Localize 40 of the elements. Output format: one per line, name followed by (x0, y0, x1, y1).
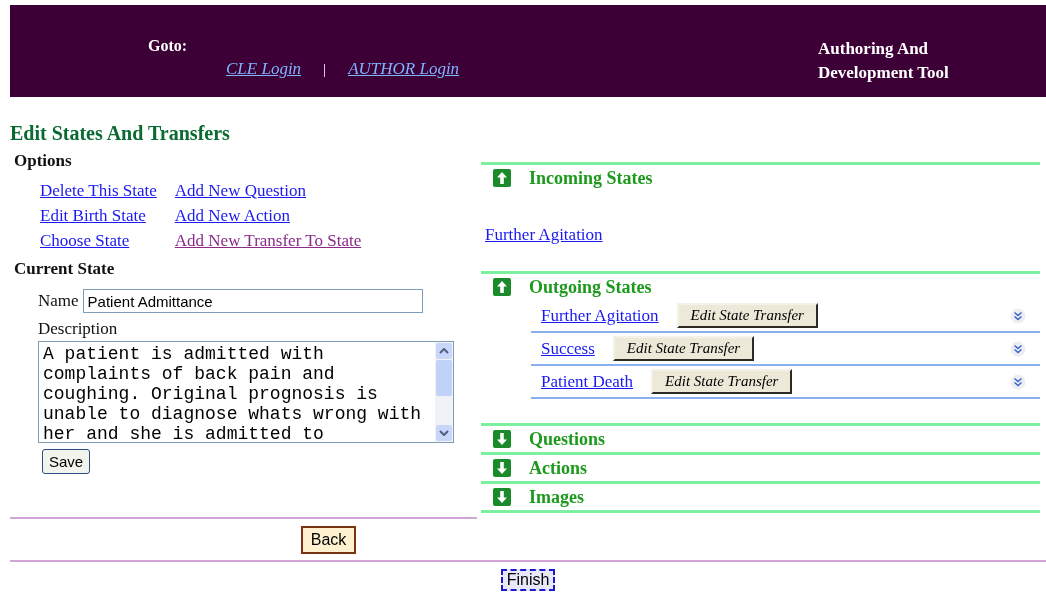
save-button[interactable]: Save (42, 449, 91, 474)
edit-transfer-button[interactable]: Edit State Transfer (676, 303, 818, 328)
expand-chevron-icon[interactable] (1010, 373, 1026, 390)
goto-label: Goto: (148, 37, 189, 55)
description-field[interactable]: A patient is admitted with complaints of back pain and coughing. Original prognosis is unable to diagnose whats wrong with her and she is admitted to (38, 341, 454, 443)
state-link[interactable]: Further Agitation (485, 225, 603, 244)
page-title: Edit States And Transfers (10, 122, 231, 145)
section-title: Outgoing States (529, 276, 652, 298)
state-link[interactable]: Further Agitation (541, 305, 659, 326)
name-field[interactable]: Patient Admittance (82, 289, 423, 313)
link-separator: | (323, 61, 327, 78)
edit-transfer-button[interactable]: Edit State Transfer (651, 369, 793, 394)
login-link[interactable]: AUTHOR Login (348, 59, 460, 79)
scrollbar[interactable] (435, 342, 453, 442)
section-title: Questions (529, 428, 606, 450)
back-button[interactable]: Back (300, 526, 357, 554)
name-label: Name (38, 291, 79, 311)
edit-transfer-button[interactable]: Edit State Transfer (612, 336, 755, 361)
login-link[interactable]: CLE Login (226, 59, 302, 79)
option-link[interactable]: Edit Birth State (40, 206, 157, 226)
option-link[interactable]: Add New Transfer To State (174, 231, 362, 251)
state-link[interactable]: Patient Death (541, 371, 634, 392)
option-link[interactable]: Add New Question (174, 181, 362, 201)
scroll-thumb[interactable] (436, 360, 452, 396)
scroll-up-icon (439, 348, 449, 354)
expand-chevron-icon[interactable] (1010, 307, 1026, 324)
expand-chevron-icon[interactable] (1010, 340, 1026, 357)
section-title: Incoming States (529, 167, 653, 189)
current-state-heading: Current State (14, 259, 116, 279)
option-link[interactable]: Choose State (40, 231, 157, 251)
option-link[interactable]: Add New Action (174, 206, 362, 226)
scroll-down-icon (439, 430, 449, 436)
section-title: Actions (529, 457, 587, 479)
options-heading: Options (14, 151, 73, 171)
app-title: Authoring And Development Tool (818, 38, 950, 84)
option-link[interactable]: Delete This State (40, 181, 157, 201)
finish-button[interactable]: Finish (500, 569, 556, 591)
section-title: Images (529, 486, 584, 508)
description-label: Description (38, 319, 119, 339)
state-link[interactable]: Success (541, 338, 595, 359)
